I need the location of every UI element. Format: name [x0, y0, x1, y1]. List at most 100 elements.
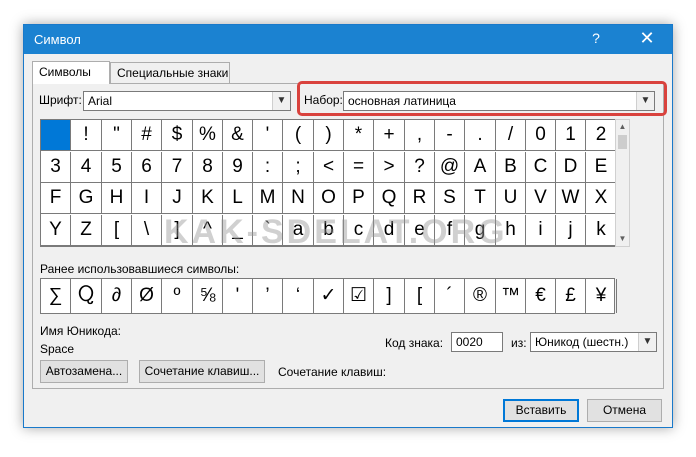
- recent-symbol-cell[interactable]: Ø: [132, 279, 162, 313]
- scroll-down-icon[interactable]: ▼: [616, 232, 629, 246]
- symbol-cell[interactable]: [41, 120, 71, 151]
- symbol-cell[interactable]: K: [193, 183, 223, 214]
- recent-symbol-cell[interactable]: ‘: [283, 279, 314, 313]
- symbol-cell[interactable]: 4: [71, 152, 102, 183]
- shortcut-key-button[interactable]: Сочетание клавиш...: [139, 360, 265, 383]
- symbol-cell[interactable]: D: [556, 152, 586, 183]
- symbol-cell[interactable]: *: [344, 120, 374, 151]
- recent-symbol-cell[interactable]: [: [405, 279, 435, 313]
- symbol-cell[interactable]: P: [344, 183, 374, 214]
- help-icon[interactable]: ?: [586, 30, 606, 46]
- symbol-cell[interactable]: d: [374, 215, 405, 246]
- symbol-cell[interactable]: H: [102, 183, 132, 214]
- symbol-cell[interactable]: N: [283, 183, 314, 214]
- symbol-cell[interactable]: 0: [526, 120, 556, 151]
- symbol-cell[interactable]: <: [314, 152, 344, 183]
- recent-symbols-strip[interactable]: ∑ Ⴍ ∂ Øº ⅝ '’ ‘✓ ☑][´ ® ™ € £ ¥: [40, 278, 617, 314]
- symbol-cell[interactable]: B: [496, 152, 526, 183]
- tab-symbols[interactable]: Символы: [32, 61, 110, 84]
- symbol-cell[interactable]: U: [496, 183, 526, 214]
- recent-symbol-cell[interactable]: ✓: [314, 279, 344, 313]
- symbol-cell[interactable]: (: [283, 120, 314, 151]
- from-dropdown[interactable]: Юникод (шестн.) ▼: [530, 332, 657, 352]
- symbol-cell[interactable]: 8: [193, 152, 223, 183]
- recent-symbol-cell[interactable]: Ⴍ: [71, 279, 102, 313]
- recent-symbol-cell[interactable]: ’: [253, 279, 283, 313]
- symbol-cell[interactable]: c: [344, 215, 374, 246]
- symbol-cell[interactable]: O: [314, 183, 344, 214]
- symbol-cell[interactable]: >: [374, 152, 405, 183]
- symbol-cell[interactable]: X: [586, 183, 617, 214]
- recent-symbol-cell[interactable]: €: [526, 279, 556, 313]
- symbol-cell[interactable]: i: [526, 215, 556, 246]
- chevron-down-icon[interactable]: ▼: [638, 333, 656, 351]
- scroll-thumb[interactable]: [618, 135, 627, 149]
- symbol-cell[interactable]: &: [223, 120, 253, 151]
- symbol-cell[interactable]: M: [253, 183, 283, 214]
- symbol-cell[interactable]: f: [435, 215, 465, 246]
- scroll-up-icon[interactable]: ▲: [616, 120, 629, 134]
- tab-special-chars[interactable]: Специальные знаки: [110, 62, 230, 83]
- symbol-cell[interactable]: 5: [102, 152, 132, 183]
- symbol-cell[interactable]: Y: [41, 215, 71, 246]
- symbol-grid[interactable]: ! " # $% & '() * +, -./0 1 2 3 4 5 6 7 8 9:; < = >? @ A B C D E F G H…: [40, 119, 617, 247]
- symbol-cell[interactable]: 6: [132, 152, 162, 183]
- symbol-cell[interactable]: -: [435, 120, 465, 151]
- symbol-cell[interactable]: R: [405, 183, 435, 214]
- symbol-cell[interactable]: !: [71, 120, 102, 151]
- symbol-cell[interactable]: g: [465, 215, 496, 246]
- symbol-cell[interactable]: ^: [193, 215, 223, 246]
- symbol-cell[interactable]: .: [465, 120, 496, 151]
- symbol-cell[interactable]: :: [253, 152, 283, 183]
- symbol-cell[interactable]: /: [496, 120, 526, 151]
- recent-symbol-cell[interactable]: ': [223, 279, 253, 313]
- recent-symbol-cell[interactable]: ∂: [102, 279, 132, 313]
- symbol-cell[interactable]: `: [253, 215, 283, 246]
- chevron-down-icon[interactable]: ▼: [272, 92, 290, 110]
- recent-symbol-cell[interactable]: ∑: [41, 279, 71, 313]
- symbol-cell[interactable]: C: [526, 152, 556, 183]
- subset-dropdown[interactable]: основная латиница ▼: [343, 91, 655, 111]
- symbol-cell[interactable]: A: [465, 152, 496, 183]
- recent-symbol-cell[interactable]: ®: [465, 279, 496, 313]
- symbol-cell[interactable]: _: [223, 215, 253, 246]
- symbol-cell[interactable]: 1: [556, 120, 586, 151]
- close-icon[interactable]: ✕: [636, 28, 658, 49]
- symbol-cell[interactable]: j: [556, 215, 586, 246]
- recent-symbol-cell[interactable]: ⅝: [193, 279, 223, 313]
- symbol-cell[interactable]: $: [162, 120, 193, 151]
- symbol-cell[interactable]: #: [132, 120, 162, 151]
- symbol-cell[interactable]: %: [193, 120, 223, 151]
- symbol-cell[interactable]: F: [41, 183, 71, 214]
- symbol-cell[interactable]: e: [405, 215, 435, 246]
- symbol-cell[interactable]: ': [253, 120, 283, 151]
- symbol-cell[interactable]: =: [344, 152, 374, 183]
- symbol-cell[interactable]: ]: [162, 215, 193, 246]
- symbol-cell[interactable]: S: [435, 183, 465, 214]
- symbol-cell[interactable]: b: [314, 215, 344, 246]
- symbol-cell[interactable]: V: [526, 183, 556, 214]
- symbol-cell[interactable]: @: [435, 152, 465, 183]
- autocorrect-button[interactable]: Автозамена...: [40, 360, 128, 383]
- symbol-cell[interactable]: ?: [405, 152, 435, 183]
- recent-symbol-cell[interactable]: º: [162, 279, 193, 313]
- insert-button[interactable]: Вставить: [503, 399, 579, 422]
- symbol-cell[interactable]: G: [71, 183, 102, 214]
- symbol-cell[interactable]: T: [465, 183, 496, 214]
- recent-symbol-cell[interactable]: ´: [435, 279, 465, 313]
- symbol-grid-scrollbar[interactable]: ▲ ▼: [615, 119, 630, 247]
- symbol-cell[interactable]: E: [586, 152, 617, 183]
- recent-symbol-cell[interactable]: ]: [374, 279, 405, 313]
- symbol-cell[interactable]: Q: [374, 183, 405, 214]
- symbol-cell[interactable]: Z: [71, 215, 102, 246]
- recent-symbol-cell[interactable]: £: [556, 279, 586, 313]
- symbol-cell[interactable]: k: [586, 215, 617, 246]
- symbol-cell[interactable]: a: [283, 215, 314, 246]
- symbol-cell[interactable]: 2: [586, 120, 617, 151]
- recent-symbol-cell[interactable]: ™: [496, 279, 526, 313]
- symbol-cell[interactable]: W: [556, 183, 586, 214]
- symbol-cell[interactable]: L: [223, 183, 253, 214]
- cancel-button[interactable]: Отмена: [587, 399, 662, 422]
- symbol-cell[interactable]: ,: [405, 120, 435, 151]
- chevron-down-icon[interactable]: ▼: [636, 92, 654, 110]
